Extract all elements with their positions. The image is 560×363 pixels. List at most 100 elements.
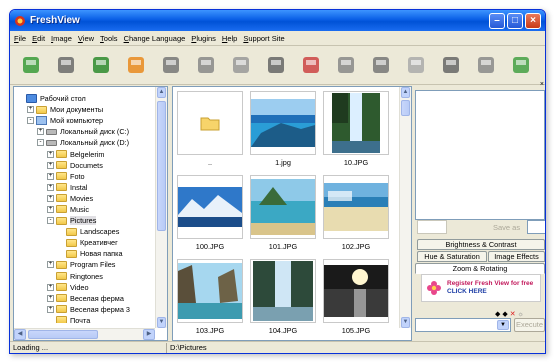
thumbnail-image[interactable] [177,91,243,155]
expand-icon[interactable]: + [47,172,54,180]
scroll-thumb[interactable] [401,100,410,116]
scroll-up-icon[interactable]: ▲ [401,87,410,98]
tree-item[interactable]: + Movies [14,193,154,204]
thumbnail-image[interactable] [250,259,316,323]
save-format-box[interactable] [417,220,447,234]
tree-item[interactable]: Почта [14,315,154,323]
collapse-icon[interactable]: - [47,217,54,225]
folder-stack-icon[interactable] [20,53,42,77]
plugin-icon[interactable] [510,53,532,77]
pin-icon[interactable]: ◆ [502,311,507,318]
thumbnail-image[interactable] [177,259,243,323]
thumbnail-image[interactable] [323,259,389,323]
thumbnail-item[interactable]: 104.JPG [250,259,323,335]
menu-item[interactable]: Change Language [124,34,186,43]
refresh-icon[interactable] [90,53,112,77]
expand-icon[interactable]: + [37,128,44,136]
menu-item[interactable]: File [14,34,26,43]
menu-item[interactable]: Tools [100,34,118,43]
thumbnail-item[interactable]: 101.JPG [250,175,323,251]
hard-disk-icon[interactable] [55,53,77,77]
expand-icon[interactable]: + [47,161,54,169]
tree-item[interactable]: + Belgelerim [14,148,154,159]
slideshow-icon[interactable] [335,53,357,77]
minimize-button[interactable]: – [489,12,505,29]
expand-icon[interactable]: + [47,261,54,269]
action-select[interactable]: ▼ [415,318,511,332]
thumbnail-image[interactable] [250,91,316,155]
scroll-down-icon[interactable]: ▼ [401,317,410,328]
tab-brightness-contrast[interactable]: Brightness & Contrast [417,239,545,250]
expand-icon[interactable]: + [47,305,54,313]
tree-item[interactable]: - Локальный диск (D:) [14,137,154,148]
tree-item[interactable]: Новая папка [14,248,154,259]
thumbnail-item[interactable]: 1.jpg [250,91,323,167]
register-banner[interactable]: Register Fresh View for free CLICK HERE [421,274,541,302]
menu-item[interactable]: View [78,34,94,43]
execute-button[interactable]: Execute [514,318,545,332]
tree-item[interactable]: + Веселая ферма 3 [14,304,154,315]
collapse-icon[interactable]: - [37,139,44,147]
contact-sheet-icon[interactable] [300,53,322,77]
expand-icon[interactable]: + [47,183,54,191]
thumbnail-item[interactable]: 10.JPG [323,91,396,167]
menu-item[interactable]: Edit [32,34,45,43]
tree-item[interactable]: + Мои документы [14,104,154,115]
thumbnail-item[interactable]: .. [177,91,250,167]
menu-item[interactable]: Image [51,34,72,43]
scroll-up-icon[interactable]: ▲ [157,87,166,98]
tab-hue-saturation[interactable]: Hue & Saturation [417,251,487,262]
delete-icon[interactable]: ✕ [510,311,516,318]
thumbnail-item[interactable]: 105.JPG [323,259,396,335]
tree-item[interactable]: Рабочий стол [14,93,154,104]
tab-image-effects[interactable]: Image Effects [488,251,545,262]
save-as-field[interactable] [527,220,545,234]
menu-item[interactable]: Help [222,34,237,43]
thumbnail-scrollbar[interactable]: ▲ ▼ [399,87,411,328]
tree-item[interactable]: + Music [14,204,154,215]
scissors-icon[interactable] [160,53,182,77]
title-bar[interactable]: FreshView – □ × [10,10,545,31]
expand-icon[interactable]: + [47,294,54,302]
scroll-right-icon[interactable]: ▶ [143,329,155,340]
collapse-icon[interactable]: - [27,117,34,125]
scroll-down-icon[interactable]: ▼ [157,317,166,328]
thumbnail-image[interactable] [250,175,316,239]
thumbnail-image[interactable] [323,91,389,155]
tree-item[interactable]: + Documets [14,160,154,171]
menu-item[interactable]: Support Site [243,34,284,43]
tree-item[interactable]: + Video [14,282,154,293]
copy-pages-icon[interactable] [370,53,392,77]
tree-vertical-scrollbar[interactable]: ▲ ▼ [155,87,167,328]
tree-item[interactable]: - Мой компьютер [14,115,154,126]
expand-icon[interactable]: + [47,194,54,202]
add-folder-icon[interactable] [125,53,147,77]
document-icon[interactable] [265,53,287,77]
scroll-thumb[interactable] [157,101,166,231]
thumbnail-item[interactable]: 100.JPG [177,175,250,251]
thumbnail-image[interactable] [323,175,389,239]
tree-item[interactable]: + Instal [14,182,154,193]
open-document-icon[interactable] [405,53,427,77]
menu-item[interactable]: Plugins [191,34,216,43]
scroll-left-icon[interactable]: ◀ [14,329,26,340]
expand-icon[interactable]: + [47,283,54,291]
tree-item[interactable]: Ringtones [14,271,154,282]
expand-icon[interactable]: + [27,106,34,114]
tree-item[interactable]: + Локальный диск (C:) [14,126,154,137]
thumbnail-item[interactable]: 102.JPG [323,175,396,251]
chevron-down-icon[interactable]: ▼ [497,320,509,330]
expand-icon[interactable]: + [47,205,54,213]
tree-item[interactable]: + Foto [14,171,154,182]
image-icon[interactable] [475,53,497,77]
close-button[interactable]: × [525,12,541,29]
maximize-button[interactable]: □ [507,12,523,29]
hscroll-thumb[interactable] [28,330,98,339]
thumbnail-item[interactable]: 103.JPG [177,259,250,335]
clipboard-icon[interactable] [195,53,217,77]
panel-close-icon[interactable]: × [540,81,544,88]
tree-item[interactable]: Креативчег [14,237,154,248]
expand-icon[interactable]: + [47,150,54,158]
checkmark-icon[interactable] [440,53,462,77]
tree-horizontal-scrollbar[interactable]: ◀ ▶ [14,328,155,340]
